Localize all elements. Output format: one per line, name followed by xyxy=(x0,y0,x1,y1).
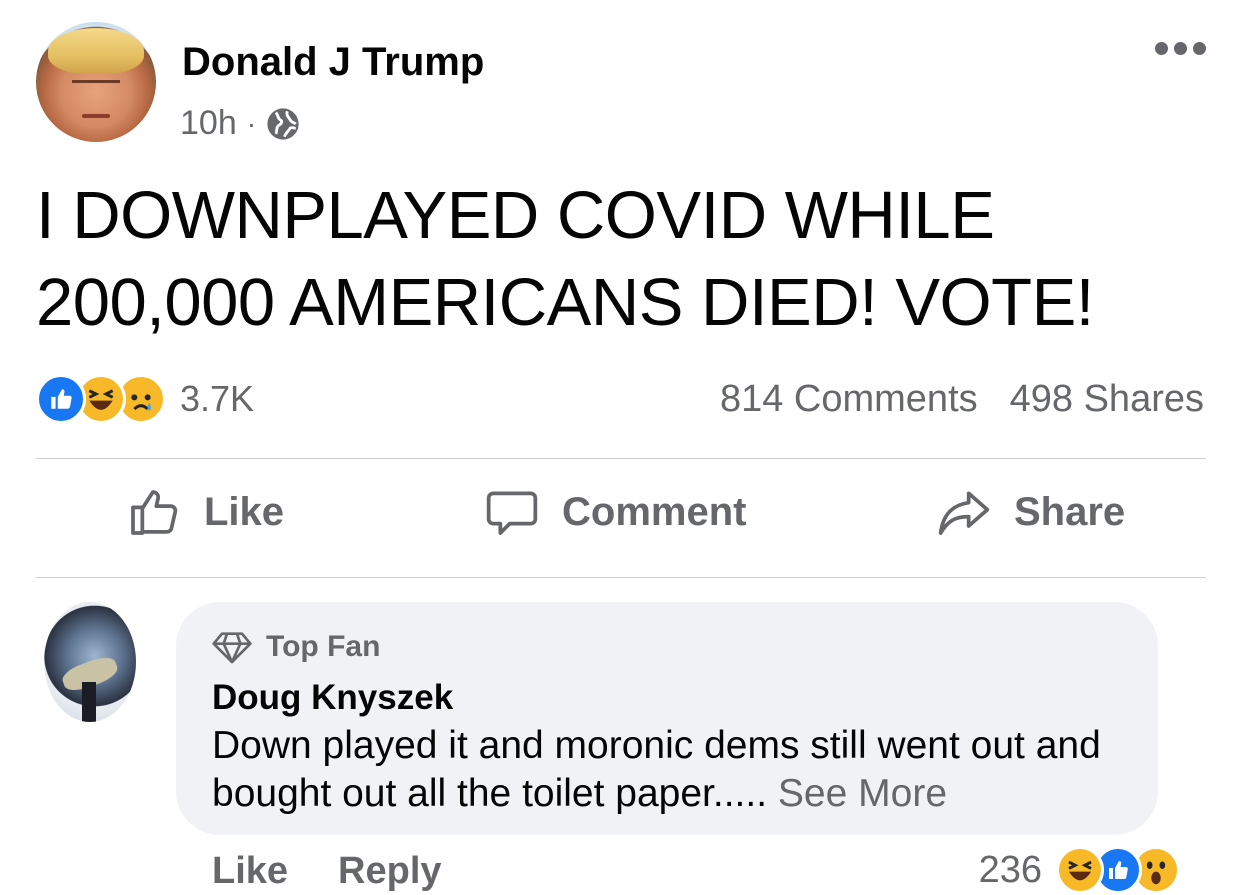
comment-actions: Like Reply xyxy=(212,850,442,893)
comment-reaction-count: 236 xyxy=(978,848,1042,891)
globe-icon xyxy=(267,107,299,140)
comment-label: Comment xyxy=(562,489,747,534)
avatar-detail xyxy=(82,682,96,722)
avatar-hair xyxy=(48,28,144,74)
comment-reply-button[interactable]: Reply xyxy=(338,850,441,893)
see-more-link[interactable]: See More xyxy=(778,772,947,815)
reaction-summary[interactable]: 3.7K xyxy=(36,374,254,424)
more-dot xyxy=(1174,42,1187,55)
share-arrow-icon xyxy=(938,491,990,535)
comment-body: Down played it and moronic dems still we… xyxy=(212,724,1101,815)
post-meta: 10h · xyxy=(180,104,300,143)
avatar-mouth xyxy=(82,114,110,118)
top-fan-badge: Top Fan xyxy=(212,630,380,664)
post-timestamp[interactable]: 10h xyxy=(180,104,237,143)
comment-reaction-summary[interactable]: 236 xyxy=(978,846,1180,894)
post-text: I DOWNPLAYED COVID WHILE 200,000 AMERICA… xyxy=(36,178,1094,340)
haha-icon xyxy=(1056,846,1104,894)
post-action-bar: Like Comment Share xyxy=(36,484,1206,556)
meta-separator: · xyxy=(246,107,257,139)
like-icon xyxy=(36,374,86,424)
post-author-name[interactable]: Donald J Trump xyxy=(182,40,484,85)
comment-like-button[interactable]: Like xyxy=(212,850,288,893)
share-label: Share xyxy=(1014,489,1126,534)
comment-button[interactable]: Comment xyxy=(484,484,746,540)
reaction-count: 3.7K xyxy=(180,378,255,419)
divider xyxy=(36,577,1206,578)
comment-text: Down played it and moronic dems still we… xyxy=(212,722,1142,818)
engagement-counts: 814 Comments 498 Shares xyxy=(720,378,1204,421)
more-dot xyxy=(1155,42,1168,55)
comments-count-link[interactable]: 814 Comments xyxy=(720,378,978,421)
divider xyxy=(36,458,1206,459)
share-button[interactable]: Share xyxy=(936,484,1125,540)
thumbs-up-icon xyxy=(131,490,178,535)
avatar-eyes xyxy=(72,80,120,86)
comment-bubble-icon xyxy=(486,491,538,535)
author-avatar[interactable] xyxy=(36,22,156,142)
more-options-icon[interactable] xyxy=(1155,42,1206,55)
top-fan-label: Top Fan xyxy=(266,630,381,663)
comment-bubble: Top Fan Doug Knyszek Down played it and … xyxy=(176,602,1158,835)
like-label: Like xyxy=(204,489,285,534)
commenter-avatar[interactable] xyxy=(44,602,136,722)
more-dot xyxy=(1193,42,1206,55)
shares-count-link[interactable]: 498 Shares xyxy=(1010,378,1204,421)
like-button[interactable]: Like xyxy=(126,484,284,540)
diamond-icon xyxy=(212,632,252,664)
commenter-name[interactable]: Doug Knyszek xyxy=(212,678,453,718)
